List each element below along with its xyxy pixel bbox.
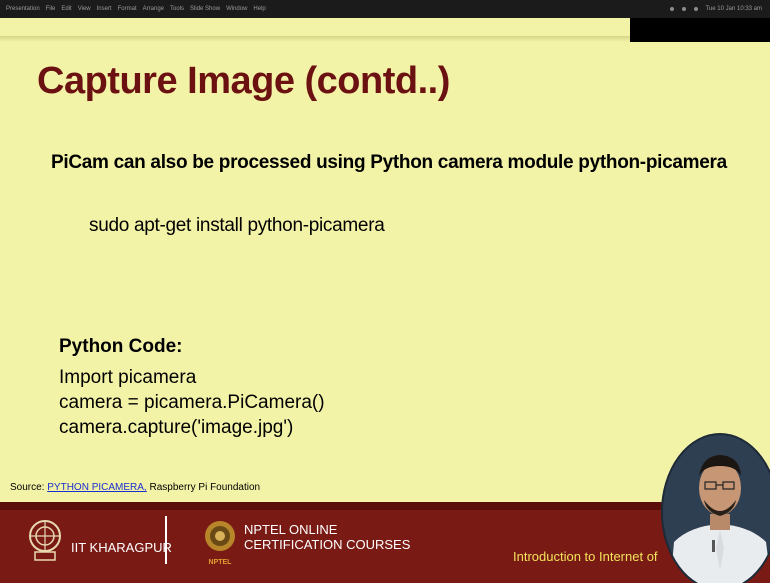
- volume-icon[interactable]: [681, 7, 686, 11]
- footer-stripe: [0, 502, 770, 510]
- code-line: camera.capture('image.jpg'): [59, 417, 294, 438]
- footer-divider: [165, 516, 167, 564]
- status-icon[interactable]: [669, 7, 674, 11]
- iit-logo-icon: [29, 520, 61, 561]
- iit-kharagpur-label: IIT KHARAGPUR: [71, 540, 172, 555]
- screen: Presentation File Edit View Insert Forma…: [0, 0, 770, 583]
- install-command: sudo apt-get install python-picamera: [89, 215, 385, 236]
- nptel-line-2: CERTIFICATION COURSES: [244, 537, 411, 552]
- code-heading: Python Code:: [59, 336, 183, 357]
- code-line: camera = picamera.PiCamera(): [59, 392, 325, 413]
- presenter-video: [661, 433, 770, 583]
- slide-lead: PiCam can also be processed using Python…: [51, 152, 727, 173]
- source-link[interactable]: PYTHON PICAMERA,: [47, 482, 146, 493]
- footer: IIT KHARAGPUR NPTEL NPTEL ONLINE CERTIFI…: [0, 502, 770, 583]
- menubar-items: Presentation File Edit View Insert Forma…: [0, 6, 266, 12]
- menu-item-arrange[interactable]: Arrange: [143, 6, 164, 12]
- nptel-badge-text: NPTEL: [209, 559, 233, 566]
- source-label: Source:: [10, 482, 45, 493]
- nptel-logo-icon: NPTEL: [205, 521, 235, 566]
- source-citation: Source: PYTHON PICAMERA, Raspberry Pi Fo…: [10, 482, 260, 493]
- menu-item-edit[interactable]: Edit: [61, 6, 71, 12]
- menu-item-tools[interactable]: Tools: [170, 6, 184, 12]
- os-menubar: Presentation File Edit View Insert Forma…: [0, 0, 770, 18]
- menu-item-insert[interactable]: Insert: [97, 6, 112, 12]
- code-block: Import picamera camera = picamera.PiCame…: [59, 365, 325, 440]
- menu-item-format[interactable]: Format: [118, 6, 137, 12]
- slide-title: Capture Image (contd..): [37, 60, 450, 102]
- nptel-line-1: NPTEL ONLINE: [244, 522, 338, 537]
- menu-item-presentation[interactable]: Presentation: [6, 6, 40, 12]
- slide: Capture Image (contd..) PiCam can also b…: [0, 42, 770, 502]
- top-band: [0, 18, 770, 42]
- nptel-label: NPTEL ONLINE CERTIFICATION COURSES: [244, 522, 410, 552]
- source-org: Raspberry Pi Foundation: [149, 482, 261, 493]
- menu-item-file[interactable]: File: [46, 6, 56, 12]
- menubar-status-area: Tue 10 Jan 10:33 am: [669, 6, 770, 12]
- menu-item-help[interactable]: Help: [253, 6, 265, 12]
- course-title: Introduction to Internet of: [513, 549, 658, 564]
- wifi-icon[interactable]: [693, 7, 698, 11]
- band-wedge: [630, 18, 770, 42]
- menu-item-slideshow[interactable]: Slide Show: [190, 6, 220, 12]
- menu-item-view[interactable]: View: [78, 6, 91, 12]
- menu-item-window[interactable]: Window: [226, 6, 247, 12]
- clock[interactable]: Tue 10 Jan 10:33 am: [706, 6, 762, 12]
- code-line: Import picamera: [59, 367, 197, 388]
